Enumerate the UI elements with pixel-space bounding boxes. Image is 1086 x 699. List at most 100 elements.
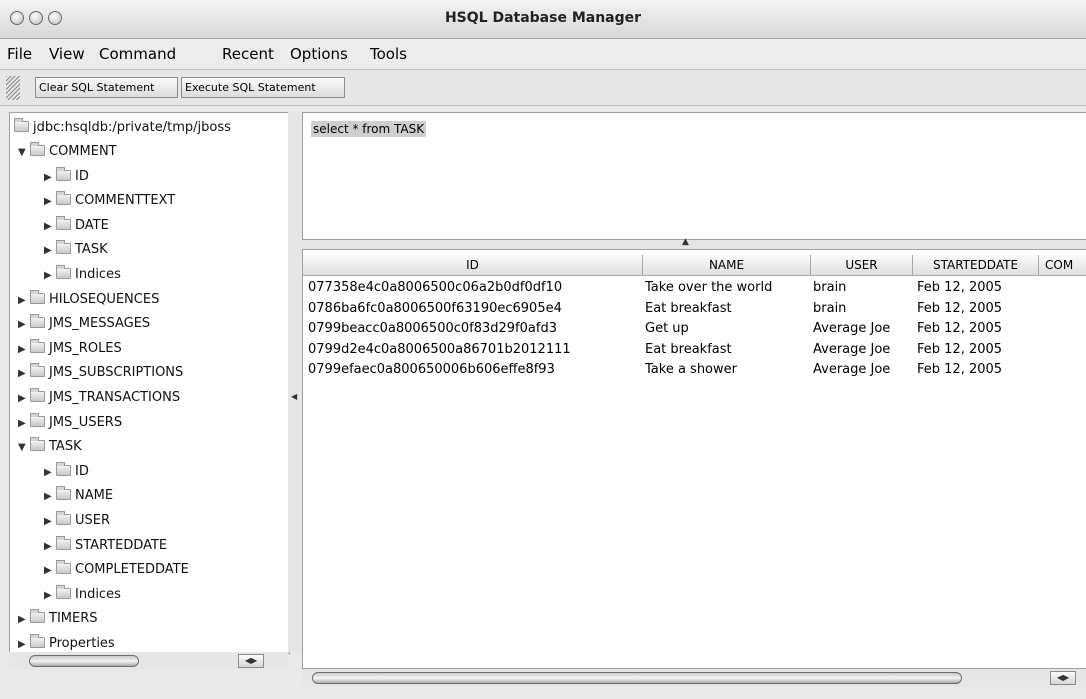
collapsed-triangle-icon[interactable]: ▶ — [44, 485, 56, 509]
table-cell[interactable]: 0786ba6fc0a8006500f63190ec6905e4 — [308, 299, 562, 318]
tree-node[interactable]: ▼ COMMENT — [18, 140, 117, 164]
toolbar: Clear SQL Statement Execute SQL Statemen… — [0, 70, 1086, 106]
column-header-completeddate[interactable]: COM — [1039, 255, 1086, 276]
table-cell[interactable]: Feb 12, 2005 — [917, 278, 1002, 297]
table-cell[interactable]: Feb 12, 2005 — [917, 319, 1002, 338]
tree-node[interactable]: ▶ COMMENTTEXT — [44, 189, 175, 213]
results-scroll-thumb[interactable] — [312, 672, 962, 684]
collapsed-triangle-icon[interactable]: ▶ — [18, 362, 30, 386]
results-horizontal-scrollbar[interactable]: ◀▶ — [302, 669, 1086, 687]
tree-node[interactable]: ▶ JMS_TRANSACTIONS — [18, 386, 180, 410]
column-header-name[interactable]: NAME — [643, 255, 811, 276]
table-cell[interactable]: Average Joe — [813, 319, 890, 338]
execute-sql-button[interactable]: Execute SQL Statement — [181, 77, 345, 98]
table-cell[interactable]: Feb 12, 2005 — [917, 299, 1002, 318]
collapsed-triangle-icon[interactable]: ▶ — [44, 264, 56, 288]
collapsed-triangle-icon[interactable]: ▶ — [44, 166, 56, 190]
tree-horizontal-scrollbar[interactable]: ◀▶ — [9, 652, 288, 670]
collapsed-triangle-icon[interactable]: ▶ — [18, 338, 30, 362]
column-header-user[interactable]: USER — [811, 255, 913, 276]
tree-node[interactable]: ▼ TASK — [18, 435, 82, 459]
collapsed-triangle-icon[interactable]: ▶ — [44, 510, 56, 534]
table-cell[interactable]: Feb 12, 2005 — [917, 340, 1002, 359]
tree-root[interactable]: jdbc:hsqldb:/private/tmp/jboss — [14, 116, 231, 140]
column-header-id[interactable]: ID — [303, 255, 643, 276]
table-cell[interactable]: Take a shower — [645, 360, 737, 379]
collapsed-triangle-icon[interactable]: ▶ — [18, 387, 30, 411]
database-tree[interactable]: jdbc:hsqldb:/private/tmp/jboss ▼ COMMENT ▶… — [9, 112, 290, 654]
collapsed-triangle-icon[interactable]: ▶ — [44, 559, 56, 583]
menu-command[interactable]: Command — [99, 45, 176, 63]
tree-node[interactable]: ▶ DATE — [44, 214, 109, 238]
table-cell[interactable]: Feb 12, 2005 — [917, 360, 1002, 379]
tree-node[interactable]: ▶ STARTEDDATE — [44, 534, 167, 558]
tree-node[interactable]: ▶ JMS_SUBSCRIPTIONS — [18, 361, 183, 385]
folder-icon — [56, 240, 71, 255]
tree-node[interactable]: ▶ JMS_MESSAGES — [18, 312, 150, 336]
tree-node[interactable]: ▶ ID — [44, 460, 89, 484]
collapsed-triangle-icon[interactable]: ▶ — [44, 535, 56, 559]
tree-node-label: DATE — [75, 217, 109, 233]
collapsed-triangle-icon[interactable]: ▶ — [18, 313, 30, 337]
table-cell[interactable]: brain — [813, 299, 846, 318]
toolbar-grip-handle[interactable] — [6, 76, 20, 100]
table-cell[interactable]: 077358e4c0a8006500c06a2b0df0df10 — [308, 278, 562, 297]
menu-file[interactable]: File — [7, 45, 32, 63]
table-cell[interactable]: 0799d2e4c0a8006500a86701b2012111 — [308, 340, 571, 359]
tree-scroll-thumb[interactable] — [29, 655, 139, 667]
split-up-arrow-icon[interactable]: ▲ — [682, 237, 689, 247]
column-header-starteddate[interactable]: STARTEDDATE — [913, 255, 1039, 276]
expanded-triangle-icon[interactable]: ▼ — [18, 141, 30, 165]
split-left-arrow-icon[interactable]: ◀ — [291, 392, 297, 401]
table-cell[interactable]: Take over the world — [645, 278, 772, 297]
tree-node[interactable]: ▶ COMPLETEDDATE — [44, 558, 189, 582]
horizontal-split-divider[interactable]: ▲ — [302, 237, 1086, 249]
table-cell[interactable]: Average Joe — [813, 340, 890, 359]
tree-node-label: ID — [75, 168, 89, 184]
tree-node[interactable]: ▶ TIMERS — [18, 607, 98, 631]
results-scroll-arrows[interactable]: ◀▶ — [1050, 671, 1076, 685]
collapsed-triangle-icon[interactable]: ▶ — [18, 633, 30, 653]
database-icon — [14, 118, 29, 132]
folder-icon — [30, 412, 45, 427]
collapsed-triangle-icon[interactable]: ▶ — [44, 190, 56, 214]
collapsed-triangle-icon[interactable]: ▶ — [44, 215, 56, 239]
table-cell[interactable]: Eat breakfast — [645, 299, 732, 318]
tree-node[interactable]: ▶ USER — [44, 509, 110, 533]
tree-node[interactable]: ▶ Indices — [44, 263, 121, 287]
collapsed-triangle-icon[interactable]: ▶ — [44, 239, 56, 263]
tree-node[interactable]: ▶ NAME — [44, 484, 113, 508]
tree-scroll-arrows[interactable]: ◀▶ — [238, 654, 264, 668]
folder-icon — [56, 486, 71, 501]
expanded-triangle-icon[interactable]: ▼ — [18, 436, 30, 460]
collapsed-triangle-icon[interactable]: ▶ — [44, 584, 56, 608]
menu-options[interactable]: Options — [290, 45, 348, 63]
table-cell[interactable]: Eat breakfast — [645, 340, 732, 359]
tree-node-label: JMS_USERS — [49, 414, 123, 430]
collapsed-triangle-icon[interactable]: ▶ — [18, 289, 30, 313]
table-cell[interactable]: Get up — [645, 319, 689, 338]
menu-recent[interactable]: Recent — [222, 45, 274, 63]
tree-node[interactable]: ▶ Indices — [44, 583, 121, 607]
menu-view[interactable]: View — [49, 45, 85, 63]
table-cell[interactable]: 0799efaec0a800650006b606effe8f93 — [308, 360, 555, 379]
tree-node[interactable]: ▶ TASK — [44, 238, 108, 262]
table-cell[interactable]: Average Joe — [813, 360, 890, 379]
sql-query-editor[interactable]: select * from TASK — [302, 112, 1086, 240]
tree-node[interactable]: ▶ Properties — [18, 632, 115, 653]
collapsed-triangle-icon[interactable]: ▶ — [44, 461, 56, 485]
folder-icon — [30, 142, 45, 156]
vertical-split-divider[interactable]: ◀ — [288, 112, 302, 652]
collapsed-triangle-icon[interactable]: ▶ — [18, 608, 30, 632]
table-cell[interactable]: 0799beacc0a8006500c0f83d29f0afd3 — [308, 319, 557, 338]
sql-query-text: select * from TASK — [311, 121, 427, 137]
tree-node[interactable]: ▶ ID — [44, 165, 89, 189]
tree-node[interactable]: ▶ HILOSEQUENCES — [18, 288, 159, 312]
tree-node[interactable]: ▶ JMS_USERS — [18, 411, 122, 435]
clear-sql-button[interactable]: Clear SQL Statement — [35, 77, 178, 98]
menu-tools[interactable]: Tools — [370, 45, 407, 63]
collapsed-triangle-icon[interactable]: ▶ — [18, 412, 30, 436]
folder-icon — [56, 191, 71, 206]
table-cell[interactable]: brain — [813, 278, 846, 297]
tree-node[interactable]: ▶ JMS_ROLES — [18, 337, 122, 361]
